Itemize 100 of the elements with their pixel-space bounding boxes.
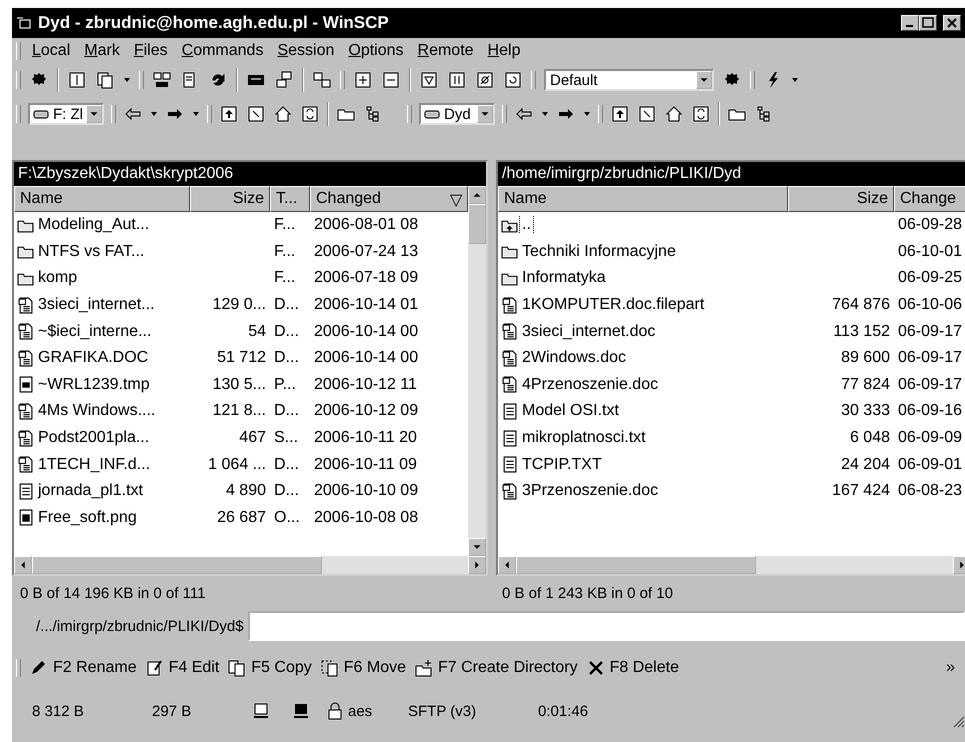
file-name[interactable]: Model OSI.txt bbox=[520, 402, 621, 420]
transfer-icon[interactable] bbox=[312, 70, 332, 90]
file-name[interactable]: 4Ms Windows.... bbox=[36, 402, 158, 420]
vertical-scrollbar[interactable] bbox=[468, 186, 486, 556]
file-name[interactable]: Modeling_Aut... bbox=[36, 216, 152, 234]
refresh-icon[interactable] bbox=[691, 104, 711, 124]
column-header[interactable]: Size bbox=[190, 186, 270, 212]
file-name[interactable]: TCPIP.TXT bbox=[520, 456, 604, 474]
horizontal-scrollbar[interactable] bbox=[498, 556, 965, 574]
table-cell-text: 06-09-09 bbox=[897, 429, 964, 448]
transfer-settings-dropdown[interactable]: Default bbox=[544, 69, 714, 91]
scroll-up-icon[interactable] bbox=[468, 186, 486, 204]
home-icon[interactable] bbox=[273, 104, 293, 124]
file-name[interactable]: 1KOMPUTER.doc.filepart bbox=[520, 296, 706, 314]
file-name[interactable]: jornada_pl1.txt bbox=[36, 482, 145, 500]
table-cell-text: O... bbox=[273, 508, 301, 527]
file-name[interactable]: mikroplatnosci.txt bbox=[520, 429, 648, 448]
file-name[interactable]: 3sieci_internet... bbox=[36, 296, 157, 314]
file-name[interactable]: NTFS vs FAT... bbox=[36, 242, 146, 261]
file-name[interactable]: GRAFIKA.DOC bbox=[36, 349, 150, 368]
column-header[interactable]: Changed ▽ bbox=[310, 186, 468, 212]
caret-icon[interactable] bbox=[583, 111, 591, 117]
caret-icon[interactable] bbox=[192, 111, 200, 117]
file-name[interactable]: Podst2001pla... bbox=[36, 429, 152, 448]
command-input[interactable] bbox=[248, 611, 965, 641]
parent-folder-icon[interactable] bbox=[219, 104, 239, 124]
drive-selector[interactable]: Dyd bbox=[419, 103, 495, 125]
caret-icon[interactable] bbox=[123, 77, 131, 83]
menu-item[interactable]: Commands bbox=[178, 42, 266, 60]
menu-item[interactable]: Options bbox=[345, 42, 407, 60]
drive-icon bbox=[33, 108, 49, 120]
table-cell-text: D... bbox=[273, 349, 300, 368]
column-header[interactable]: Size bbox=[788, 186, 894, 212]
column-header[interactable]: T... bbox=[270, 186, 310, 212]
function-key-button[interactable]: F8 Delete bbox=[586, 658, 679, 678]
menu-item[interactable]: Remote bbox=[414, 42, 477, 60]
function-key-button[interactable]: F2 Rename bbox=[29, 658, 137, 678]
file-name[interactable]: Free_soft.png bbox=[36, 508, 139, 527]
scroll-right-icon[interactable] bbox=[468, 556, 486, 574]
column-header[interactable]: Change bbox=[894, 186, 965, 212]
minimize-icon[interactable] bbox=[901, 15, 919, 31]
table-cell-text: 89 600 bbox=[840, 349, 891, 368]
app-icon bbox=[16, 16, 32, 30]
table-cell-text: 06-09-16 bbox=[897, 402, 964, 420]
home-icon[interactable] bbox=[664, 104, 684, 124]
file-name[interactable]: 3sieci_internet.doc bbox=[520, 322, 658, 341]
function-key-button[interactable]: F5 Copy bbox=[227, 658, 312, 678]
scroll-thumb[interactable] bbox=[32, 556, 322, 574]
column-header[interactable]: Name bbox=[14, 186, 190, 212]
sort-indicator: ▽ bbox=[450, 191, 462, 208]
refresh-icon[interactable] bbox=[300, 104, 320, 124]
menu-item[interactable]: Mark bbox=[81, 42, 123, 60]
table-cell-text: 06-09-17 bbox=[897, 349, 964, 368]
file-name[interactable]: komp bbox=[36, 269, 80, 288]
table-cell-text: 06-10-01 bbox=[897, 242, 964, 261]
file-name[interactable]: ~$ieci_interne... bbox=[36, 322, 154, 341]
menu-item[interactable]: Help bbox=[484, 42, 524, 60]
filter-icon[interactable] bbox=[419, 70, 439, 90]
function-key-button[interactable]: F4 Edit bbox=[144, 658, 220, 678]
menu-item[interactable]: Files bbox=[130, 42, 171, 60]
column-header[interactable]: Name bbox=[498, 186, 788, 212]
table-cell-text: D... bbox=[273, 482, 300, 500]
scroll-left-icon[interactable] bbox=[14, 556, 32, 574]
horizontal-scrollbar[interactable] bbox=[14, 556, 486, 574]
caret-icon[interactable] bbox=[150, 111, 158, 117]
copy-icon[interactable] bbox=[95, 70, 115, 90]
maximize-icon[interactable] bbox=[919, 15, 937, 31]
scroll-thumb[interactable] bbox=[516, 556, 756, 574]
caret-icon[interactable] bbox=[541, 111, 549, 117]
function-key-button[interactable]: F6 Move bbox=[320, 658, 406, 678]
table-cell-text: 54 bbox=[247, 322, 267, 341]
plus-icon[interactable] bbox=[353, 70, 373, 90]
drive-selector[interactable]: F: Zl bbox=[28, 103, 104, 125]
file-name[interactable]: 1TECH_INF.d... bbox=[36, 456, 152, 474]
file-name[interactable]: 4Przenoszenie.doc bbox=[520, 376, 660, 394]
table-cell-text: 51 712 bbox=[216, 349, 267, 368]
file-name[interactable]: Techniki Informacyjne bbox=[520, 242, 678, 261]
reload-icon[interactable] bbox=[503, 70, 523, 90]
file-name[interactable]: 3Przenoszenie.doc bbox=[520, 482, 660, 500]
scroll-left-icon[interactable] bbox=[498, 556, 516, 574]
computers-icon[interactable] bbox=[274, 70, 294, 90]
clear-icon[interactable] bbox=[475, 70, 495, 90]
minus-icon[interactable] bbox=[381, 70, 401, 90]
file-name[interactable]: 2Windows.doc bbox=[520, 349, 628, 368]
caret-icon[interactable] bbox=[791, 77, 799, 83]
file-name[interactable]: ~WRL1239.tmp bbox=[36, 376, 152, 394]
resize-grip-icon[interactable] bbox=[951, 714, 965, 728]
function-key-button[interactable]: F7 Create Directory bbox=[414, 658, 578, 678]
scroll-thumb[interactable] bbox=[468, 204, 486, 244]
file-name[interactable]: .. bbox=[520, 216, 533, 234]
scroll-down-icon[interactable] bbox=[468, 538, 486, 556]
command-prompt: /.../imirgrp/zbrudnic/PLIKI/Dyd$ bbox=[36, 618, 244, 634]
menu-item[interactable]: Local bbox=[29, 42, 74, 60]
file-name[interactable]: Informatyka bbox=[520, 269, 608, 288]
compare-icon[interactable] bbox=[152, 70, 172, 90]
close-icon[interactable] bbox=[943, 15, 961, 31]
menu-item[interactable]: Session bbox=[274, 42, 338, 60]
more-button[interactable]: » bbox=[946, 659, 961, 677]
table-cell-text: F... bbox=[273, 242, 296, 261]
parent-folder-icon[interactable] bbox=[610, 104, 630, 124]
